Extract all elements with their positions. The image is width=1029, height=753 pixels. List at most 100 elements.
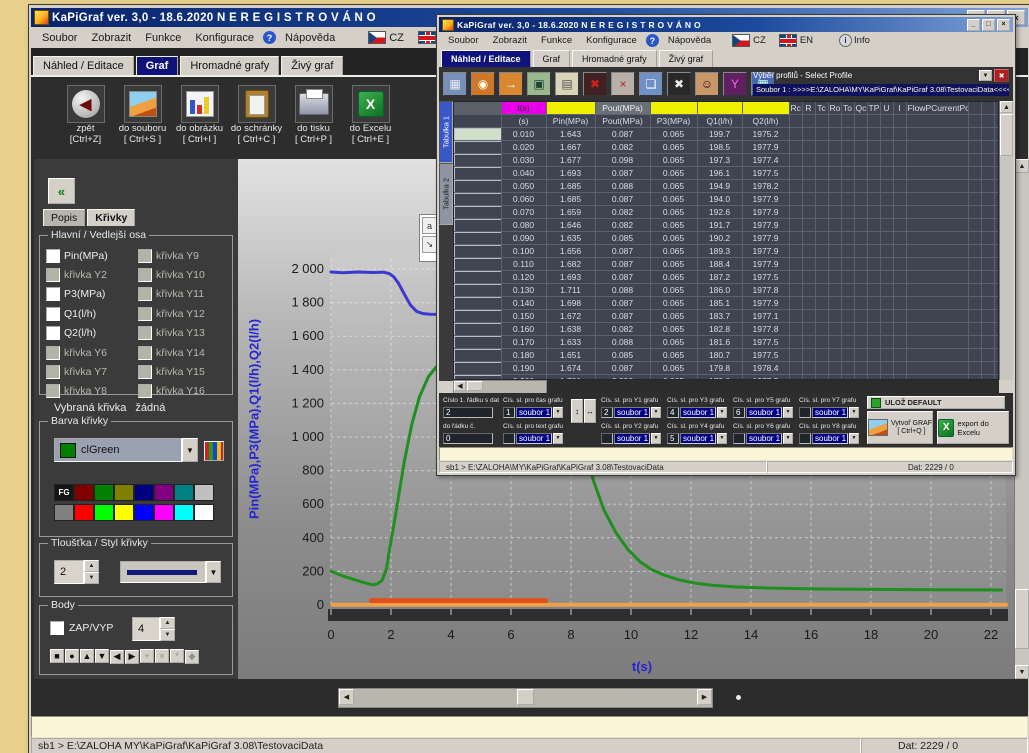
data-cell[interactable] — [893, 336, 906, 349]
tab-krivky[interactable]: Křivky — [87, 209, 135, 226]
data-cell[interactable]: 0.065 — [650, 141, 697, 154]
data-cell[interactable]: 0.065 — [650, 349, 697, 362]
data-cell[interactable] — [828, 128, 841, 141]
column-header[interactable]: Pin(MPa) — [546, 115, 595, 128]
row-header[interactable] — [454, 128, 501, 141]
data-cell[interactable] — [789, 310, 802, 323]
data-cell[interactable]: 1977.9 — [742, 232, 789, 245]
row-header[interactable] — [454, 193, 501, 206]
data-cell[interactable]: 0.040 — [501, 167, 546, 180]
data-cell[interactable] — [880, 128, 893, 141]
data-cell[interactable] — [893, 180, 906, 193]
menu-konfigurace[interactable]: Konfigurace — [579, 33, 644, 48]
data-cell[interactable] — [802, 232, 815, 245]
data-cell[interactable] — [867, 284, 880, 297]
export-excel-button[interactable]: X export do Excelu — [937, 411, 1009, 444]
data-cell[interactable] — [828, 245, 841, 258]
data-cell[interactable] — [802, 128, 815, 141]
data-cell[interactable] — [789, 219, 802, 232]
field-value[interactable]: 4 — [667, 407, 679, 418]
pan-mode-button[interactable]: ↘ — [422, 236, 437, 253]
data-cell[interactable]: 0.065 — [650, 284, 697, 297]
toolbar-do-obr-zku-button[interactable]: do obrázku[ Ctrl+I ] — [171, 85, 228, 145]
zoom-mode-button[interactable]: a — [422, 217, 437, 234]
data-cell[interactable] — [906, 349, 968, 362]
data-cell[interactable] — [815, 193, 828, 206]
color-combobox[interactable]: clGreen — [54, 438, 182, 462]
data-cell[interactable] — [841, 128, 854, 141]
data-cell[interactable]: 0.085 — [595, 232, 650, 245]
data-cell[interactable] — [789, 336, 802, 349]
data-cell[interactable]: 0.065 — [650, 219, 697, 232]
toolbar-do-excelu-button[interactable]: Xdo Excelu[ Ctrl+E ] — [342, 85, 399, 145]
data-cell[interactable] — [789, 141, 802, 154]
data-cell[interactable]: 0.065 — [650, 258, 697, 271]
column-header[interactable]: Pout(MPa) — [595, 115, 650, 128]
data-cell[interactable] — [906, 206, 968, 219]
data-cell[interactable]: 183.7 — [697, 310, 742, 323]
map-cell[interactable]: t(s) — [501, 102, 546, 115]
data-cell[interactable]: 1977.9 — [742, 193, 789, 206]
close-x-icon[interactable]: ✖ — [667, 72, 691, 96]
data-cell[interactable]: 0.088 — [595, 284, 650, 297]
row-header[interactable] — [454, 297, 501, 310]
data-cell[interactable] — [841, 180, 854, 193]
data-cell[interactable]: 0.087 — [595, 167, 650, 180]
hscroll-thumb[interactable] — [517, 689, 534, 705]
data-cell[interactable] — [906, 245, 968, 258]
data-cell[interactable] — [968, 128, 981, 141]
data-cell[interactable]: 1.659 — [546, 206, 595, 219]
data-cell[interactable] — [968, 245, 981, 258]
curve-checkbox[interactable] — [138, 307, 152, 321]
dropdown-button[interactable]: ▼ — [553, 407, 563, 418]
data-cell[interactable] — [802, 271, 815, 284]
curve-checkbox[interactable] — [46, 249, 60, 263]
tab-iv-graf[interactable]: Živý graf — [281, 56, 343, 75]
palette-swatch[interactable] — [174, 484, 194, 501]
data-cell[interactable]: 0.170 — [501, 336, 546, 349]
curve-checkbox[interactable] — [138, 249, 152, 263]
data-cell[interactable] — [981, 167, 994, 180]
curve-checkbox[interactable] — [46, 307, 60, 321]
data-cell[interactable] — [802, 154, 815, 167]
data-cell[interactable] — [841, 310, 854, 323]
data-cell[interactable]: 1.677 — [546, 154, 595, 167]
spin-up-icon[interactable]: ▲ — [84, 560, 99, 572]
data-cell[interactable] — [841, 362, 854, 375]
data-cell[interactable]: 196.1 — [697, 167, 742, 180]
data-cell[interactable] — [815, 258, 828, 271]
chart-hscrollbar[interactable]: ◀ ▶ — [338, 688, 713, 708]
filter-icon[interactable]: Y — [723, 72, 747, 96]
data-cell[interactable]: 187.2 — [697, 271, 742, 284]
data-cell[interactable] — [841, 245, 854, 258]
data-cell[interactable]: 0.150 — [501, 310, 546, 323]
palette-swatch[interactable] — [94, 504, 114, 521]
palette-swatch[interactable] — [194, 504, 214, 521]
data-cell[interactable]: 0.110 — [501, 258, 546, 271]
data-cell[interactable]: 0.060 — [501, 193, 546, 206]
point-size-spinner[interactable]: 4 ▲▼ — [132, 617, 175, 641]
data-cell[interactable] — [893, 154, 906, 167]
data-cell[interactable]: 1978.2 — [742, 180, 789, 193]
data-cell[interactable]: 0.082 — [595, 219, 650, 232]
data-cell[interactable]: 0.087 — [595, 193, 650, 206]
data-cell[interactable] — [789, 284, 802, 297]
toolbar-do-souboru-button[interactable]: do souboru[ Ctrl+S ] — [114, 85, 171, 145]
row-header[interactable] — [454, 362, 501, 375]
profile-delete-icon[interactable]: ✖ — [994, 69, 1009, 82]
data-cell[interactable]: 185.1 — [697, 297, 742, 310]
data-cell[interactable] — [815, 284, 828, 297]
data-cell[interactable]: 0.082 — [595, 141, 650, 154]
data-cell[interactable] — [981, 310, 994, 323]
dropdown-button[interactable]: ▼ — [651, 433, 661, 444]
field-value[interactable]: 2 — [443, 407, 493, 418]
data-cell[interactable] — [828, 206, 841, 219]
row-header[interactable] — [454, 323, 501, 336]
data-cell[interactable]: 1.646 — [546, 219, 595, 232]
data-cell[interactable] — [906, 180, 968, 193]
data-cell[interactable] — [893, 128, 906, 141]
data-cell[interactable] — [906, 128, 968, 141]
collapse-panel-button[interactable]: « — [48, 178, 75, 204]
data-cell[interactable] — [789, 362, 802, 375]
palette-swatch[interactable] — [134, 504, 154, 521]
